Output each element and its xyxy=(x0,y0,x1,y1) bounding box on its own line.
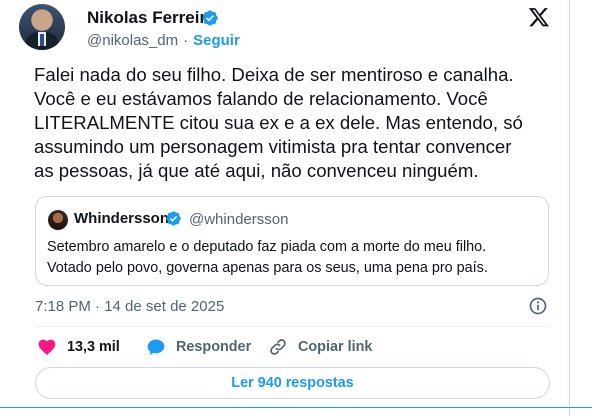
heart-icon xyxy=(38,339,56,355)
handle-separator: · xyxy=(183,32,189,49)
reply-label: Responder xyxy=(176,339,252,355)
quoted-tweet-text: Setembro amarelo e o deputado faz piada … xyxy=(47,239,488,276)
copy-link-label: Copiar link xyxy=(298,339,373,355)
follow-button[interactable]: Seguir xyxy=(193,32,240,49)
quoted-author-avatar xyxy=(48,210,68,230)
author-name[interactable]: Nikolas Ferreira xyxy=(87,8,216,28)
x-logo-icon[interactable] xyxy=(528,6,550,28)
verified-badge-icon xyxy=(202,10,218,26)
avatar-tie xyxy=(40,34,44,46)
author-handle[interactable]: @nikolas_dm xyxy=(87,32,178,49)
reply-button[interactable]: Responder xyxy=(146,336,251,358)
quoted-tweet[interactable]: Whindersson @whindersson Setembro amarel… xyxy=(35,196,549,286)
info-icon[interactable] xyxy=(528,296,548,316)
quoted-verified-badge-icon xyxy=(166,211,181,226)
author-handle-line: @nikolas_dm · Seguir xyxy=(87,32,240,49)
reply-bubble-icon xyxy=(147,339,165,355)
card-right-border xyxy=(569,0,570,416)
like-count: 13,3 mil xyxy=(67,339,120,355)
bottom-accent-line xyxy=(0,407,592,408)
read-replies-button[interactable]: Ler 940 respostas xyxy=(35,367,550,399)
like-button[interactable]: 13,3 mil xyxy=(37,336,120,358)
actions-divider xyxy=(35,326,550,327)
author-avatar[interactable] xyxy=(19,4,65,50)
tweet-timestamp[interactable]: 7:18 PM · 14 de set de 2025 xyxy=(35,298,224,315)
copy-link-button[interactable]: Copiar link xyxy=(268,336,372,358)
tweet-text: Falei nada do seu filho. Deixa de ser me… xyxy=(34,64,523,181)
quoted-author-name: Whindersson xyxy=(74,210,170,227)
quoted-author-handle: @whindersson xyxy=(189,211,289,228)
link-icon xyxy=(270,339,286,355)
